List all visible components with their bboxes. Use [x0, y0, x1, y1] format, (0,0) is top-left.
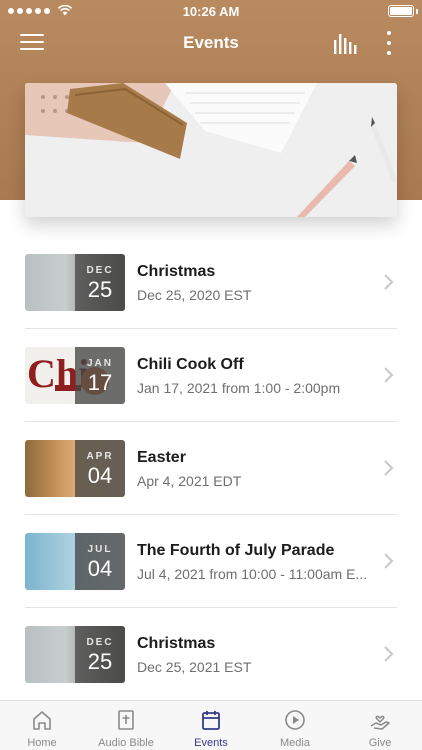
date-month: JAN	[86, 358, 113, 369]
chevron-right-icon	[384, 553, 394, 569]
tab-label: Home	[27, 737, 57, 749]
audio-bars-icon[interactable]	[333, 32, 357, 54]
date-month: JUL	[87, 544, 113, 555]
bible-icon	[118, 710, 134, 730]
tab-label: Events	[194, 737, 228, 749]
tab-give[interactable]: Give	[338, 701, 422, 750]
status-bar: 10:26 AM	[0, 0, 422, 22]
chevron-right-icon	[384, 646, 394, 662]
event-row-christmas-2021[interactable]: DEC 25 Christmas Dec 25, 2021 EST	[0, 608, 422, 701]
date-badge: APR 04	[75, 440, 125, 497]
event-date: Dec 25, 2020 EST	[137, 287, 252, 303]
calendar-icon	[202, 711, 220, 730]
navigation-bar: Events	[0, 24, 422, 64]
event-title: Chili Cook Off	[137, 356, 244, 373]
event-row-chili-cook-off[interactable]: Chi JAN 17 Chili Cook Off Jan 17, 2021 f…	[0, 329, 422, 422]
date-month: DEC	[86, 637, 114, 648]
chevron-right-icon	[384, 367, 394, 383]
date-badge: JAN 17	[75, 347, 125, 404]
home-icon	[33, 711, 51, 730]
give-icon	[370, 715, 390, 730]
date-day: 04	[87, 556, 113, 581]
event-date: Jan 17, 2021 from 1:00 - 2:00pm	[137, 380, 341, 396]
date-day: 25	[87, 649, 113, 674]
tab-label: Media	[280, 737, 310, 749]
tab-home[interactable]: Home	[0, 701, 84, 750]
event-row-christmas-2020[interactable]: DEC 25 Christmas Dec 25, 2020 EST	[0, 236, 422, 329]
event-thumbnail: Chi JAN 17	[25, 347, 125, 404]
tab-events[interactable]: Events	[169, 701, 253, 750]
tab-bar: Home Audio Bible Events Media Give	[0, 700, 422, 750]
page-title: Events	[183, 33, 239, 52]
chevron-right-icon	[384, 460, 394, 476]
event-row-easter[interactable]: APR 04 Easter Apr 4, 2021 EDT	[0, 422, 422, 515]
battery-icon	[388, 5, 414, 17]
more-options-icon[interactable]	[385, 31, 393, 55]
event-title: The Fourth of July Parade	[137, 542, 335, 559]
tab-media[interactable]: Media	[253, 701, 337, 750]
date-day: 04	[87, 463, 113, 488]
date-day: 25	[87, 277, 113, 302]
status-time: 10:26 AM	[182, 4, 240, 19]
date-badge: DEC 25	[75, 254, 125, 311]
date-month: APR	[86, 451, 114, 462]
event-title: Christmas	[137, 635, 216, 652]
tab-label: Audio Bible	[98, 737, 154, 749]
tab-audio-bible[interactable]: Audio Bible	[84, 701, 168, 750]
chevron-right-icon	[384, 274, 394, 290]
event-title: Easter	[137, 449, 186, 466]
date-month: DEC	[86, 265, 114, 276]
event-thumbnail: APR 04	[25, 440, 125, 497]
event-thumbnail: DEC 25	[25, 254, 125, 311]
play-icon	[285, 710, 305, 730]
date-badge: JUL 04	[75, 533, 125, 590]
hero-image	[25, 83, 397, 217]
event-row-fourth-of-july-parade[interactable]: JUL 04 The Fourth of July Parade Jul 4, …	[0, 515, 422, 608]
date-badge: DEC 25	[75, 626, 125, 683]
event-date: Dec 25, 2021 EST	[137, 659, 252, 675]
event-date: Apr 4, 2021 EDT	[137, 473, 242, 489]
event-thumbnail: JUL 04	[25, 533, 125, 590]
events-list: DEC 25 Christmas Dec 25, 2020 EST Chi JA…	[0, 236, 422, 701]
event-title: Christmas	[137, 263, 216, 280]
date-day: 17	[87, 370, 113, 395]
tab-label: Give	[368, 737, 392, 749]
event-thumbnail: DEC 25	[25, 626, 125, 683]
event-date: Jul 4, 2021 from 10:00 - 11:00am E...	[137, 566, 368, 582]
